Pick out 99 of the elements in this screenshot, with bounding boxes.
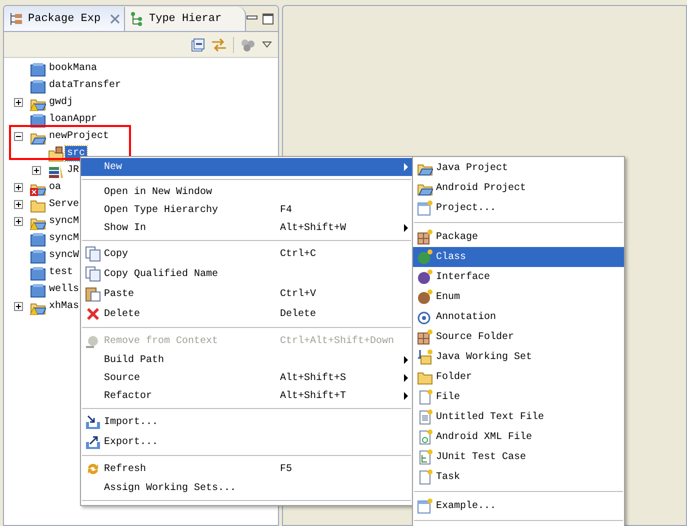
menu-item[interactable]: Source Folder [413,327,624,347]
menu-item[interactable]: Example... [413,496,624,516]
tree-item[interactable]: bookMana [47,61,100,76]
package-icon [417,329,433,345]
enum-icon [417,289,433,305]
tree-item[interactable]: syncW [47,248,82,263]
close-icon[interactable] [110,14,120,24]
submenu-arrow-icon [404,224,408,232]
folder-icon [30,248,46,264]
view-menu-icon[interactable] [262,40,272,48]
expand-icon[interactable] [32,166,41,175]
expand-icon[interactable] [14,98,23,107]
folder-icon [30,264,46,280]
view-tab[interactable]: Type Hierar [125,7,246,31]
tree-item[interactable]: newProject [47,129,112,144]
delete-icon [85,306,101,322]
export-icon [85,434,101,450]
menu-item[interactable]: Import... [81,412,412,432]
window-icon [417,200,433,216]
submenu-arrow-icon [404,356,408,364]
interface-icon [417,269,433,285]
menu-item[interactable]: Refactor Alt+Shift+T [81,387,412,405]
menu-item[interactable]: Android Project [413,178,624,198]
folder-icon [30,78,46,94]
menu-item[interactable]: Build Path [81,351,412,369]
menu-item[interactable]: Enum [413,287,624,307]
menu-item[interactable]: Folder [413,367,624,387]
folder-icon [30,282,46,298]
menu-item[interactable]: Delete Delete [81,304,412,324]
hierarchy-icon [8,11,24,27]
folder-icon [30,60,46,76]
expand-icon[interactable] [14,183,23,192]
menu-item[interactable]: Copy Qualified Name [81,264,412,284]
tree-item[interactable]: test [47,265,76,280]
collapse-icon[interactable] [14,132,23,141]
submenu-arrow-icon [404,374,408,382]
xml-file-icon [417,429,433,445]
tree-item[interactable]: gwdj [47,95,76,110]
menu-item[interactable]: Project... [413,198,624,218]
tree-item[interactable]: syncM [47,214,82,229]
tree-item[interactable]: Serve [47,197,82,212]
menu-item[interactable]: JUnit Test Case [413,447,624,467]
menu-item[interactable]: Java Project [413,158,624,178]
file-icon [417,389,433,405]
menu-item[interactable]: New [81,158,412,176]
folder-icon [30,112,46,128]
warning-icon [30,306,38,314]
copy-icon [85,266,101,282]
menu-item[interactable]: Class [413,247,624,267]
package-folder-icon [48,146,64,162]
tree-item[interactable]: wells [47,282,82,297]
maximize-icon[interactable] [262,13,274,25]
tree-icon [129,11,145,27]
refresh-icon [85,461,101,477]
submenu-arrow-icon [404,163,408,171]
package-icon [417,229,433,245]
menu-item[interactable]: Package [413,227,624,247]
menu-item[interactable]: Interface [413,267,624,287]
menu-item[interactable]: Assign Working Sets... [81,479,412,497]
menu-item[interactable]: Source Alt+Shift+S [81,369,412,387]
menu-item[interactable]: Open in New Window [81,183,412,201]
menu-item[interactable]: Show In Alt+Shift+W [81,219,412,237]
import-icon [85,414,101,430]
menu-item[interactable]: Android XML File [413,427,624,447]
annotation-icon [417,309,433,325]
tree-item[interactable]: loanAppr [47,112,100,127]
tree-item[interactable]: JR [65,163,82,178]
menu-item[interactable]: File [413,387,624,407]
file-icon [417,469,433,485]
working-set-icon [417,349,433,365]
tree-item[interactable]: xhMas [47,299,82,314]
warning-icon [30,102,38,110]
remove-icon [85,333,101,349]
expand-icon[interactable] [14,200,23,209]
test-case-icon [417,449,433,465]
menu-item[interactable]: Refresh F5 [81,459,412,479]
menu-item[interactable]: Untitled Text File [413,407,624,427]
menu-item[interactable]: Open Type Hierarchy F4 [81,201,412,219]
menu-item[interactable]: Task [413,467,624,487]
class-icon [417,249,433,265]
tree-item[interactable]: oa [47,180,64,195]
menu-item[interactable]: Paste Ctrl+V [81,284,412,304]
paste-icon [85,286,101,302]
copy-icon [85,246,101,262]
warning-icon [30,222,38,230]
menu-item[interactable]: Export... [81,432,412,452]
expand-icon[interactable] [14,302,23,311]
menu-item[interactable]: Annotation [413,307,624,327]
expand-icon[interactable] [14,217,23,226]
text-file-icon [417,409,433,425]
menu-item[interactable]: Java Working Set [413,347,624,367]
tree-item[interactable]: dataTransfer [47,78,124,93]
folder-icon [30,230,46,246]
submenu-arrow-icon [404,392,408,400]
window-icon [417,498,433,514]
tree-item[interactable]: syncM [47,231,82,246]
collapse-all-icon[interactable] [191,38,205,52]
menu-item[interactable]: Copy Ctrl+C [81,244,412,264]
view-tab[interactable]: Package Exp [4,7,125,31]
